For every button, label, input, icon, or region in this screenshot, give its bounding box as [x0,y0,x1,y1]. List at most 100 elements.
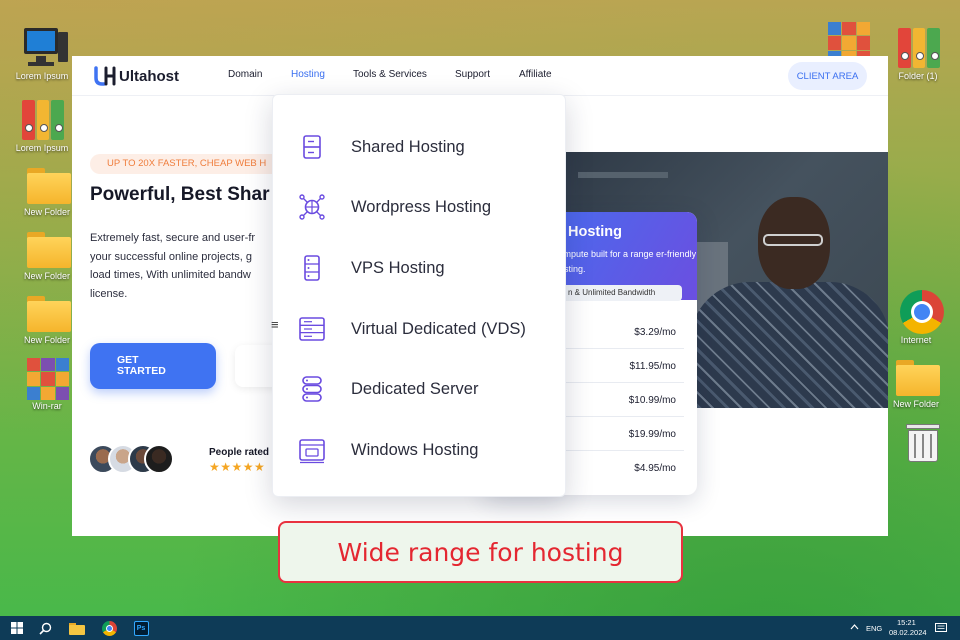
nav-domain[interactable]: Domain [228,69,262,80]
menu-item-windows-hosting[interactable]: Windows Hosting [273,424,567,474]
price: $19.99/mo [628,429,676,440]
menu-item-wordpress-hosting[interactable]: Wordpress Hosting [273,181,567,231]
menu-item-label: Virtual Dedicated (VDS) [351,320,526,338]
desktop-icon-label: Win-rar [32,401,62,411]
menu-item-shared-hosting[interactable]: Shared Hosting [273,121,567,171]
desktop-icon-new-folder[interactable]: New Folder [17,162,77,217]
menu-item-label: Wordpress Hosting [351,198,492,216]
desktop-icon-internet[interactable]: Internet [886,290,946,345]
hero-line: Extremely fast, secure and user-fr [90,232,256,244]
nav-hosting[interactable]: Hosting [291,69,325,80]
rating-stars: ★★★★★ [209,460,266,474]
ultahost-logo-icon [94,66,116,86]
top-nav: Ultahost Domain Hosting Tools & Services… [72,56,888,96]
desktop-icon-new-folder[interactable]: New Folder [17,226,77,281]
wordpress-hosting-icon [297,193,327,221]
desktop-icon-binders[interactable]: Lorem Ipsum [12,98,72,153]
menu-item-dedicated-server[interactable]: Dedicated Server [273,363,567,413]
nav-tools-services[interactable]: Tools & Services [353,69,427,80]
hero-line: license. [90,287,128,300]
recycle-bin-icon [894,420,940,464]
search-icon [38,622,51,635]
price: $4.95/mo [634,463,676,474]
menu-item-label: Windows Hosting [351,441,479,459]
hero-line: load times, With unlimited bandw [90,269,251,281]
desktop-icon-label: New Folder [23,335,70,345]
desktop-icon-label: Lorem Ipsum [15,143,69,153]
plan-subtitle: compute built for a range er-friendly ho… [554,249,697,274]
plan-title: Hosting [568,224,622,240]
nav-support[interactable]: Support [455,69,490,80]
avatar [144,444,174,474]
folder-icon [25,162,71,206]
promo-badge: UP TO 20X FASTER, CHEAP WEB H [90,154,290,174]
hero-title: Powerful, Best Shar [90,184,270,205]
chevron-up-icon[interactable] [850,624,859,630]
client-area-button[interactable]: CLIENT AREA [788,62,867,90]
language-indicator[interactable]: ENG [866,624,882,633]
caption-box: Wide range for hosting [278,521,683,583]
windows-icon [11,622,23,634]
desktop-icon-label: New Folder [23,271,70,281]
plan-feature-pill: n & Unlimited Bandwidth [554,285,682,301]
windows-hosting-icon [297,436,327,464]
price: $3.29/mo [634,327,676,338]
person-glasses [763,234,823,246]
shared-hosting-icon [297,133,327,161]
folder-icon [69,622,85,635]
people-rated-text: People rated [209,447,270,458]
file-explorer-button[interactable] [62,616,92,640]
desktop-icon-folder-1[interactable]: Folder (1) [888,26,948,81]
search-button[interactable] [30,616,60,640]
desktop-icon-new-folder[interactable]: New Folder [886,354,946,409]
desktop-icon-label: Internet [900,335,932,345]
vps-hosting-icon [297,254,327,282]
clock-time[interactable]: 15:21 [897,618,916,627]
desktop-icon-label: New Folder [23,207,70,217]
clock-date[interactable]: 08.02.2024 [889,628,927,637]
dedicated-server-icon [297,375,327,403]
get-started-button[interactable]: GET STARTED [90,343,216,389]
binders-icon [896,26,941,70]
menu-item-label: Dedicated Server [351,380,479,398]
chrome-icon [101,620,117,636]
hero-description: Extremely fast, secure and user-fr your … [90,229,290,303]
folder-icon [25,290,71,334]
hero-line: your successful online projects, g [90,250,253,263]
caption-text: Wide range for hosting [337,537,624,567]
chrome-icon [894,290,944,334]
get-started-label: GET STARTED [117,354,166,377]
desktop-icon-winrar[interactable]: Win-rar [17,356,77,411]
photo-shelf [578,172,668,178]
taskbar: Ps ENG 15:21 08.02.2024 [0,616,960,640]
logo[interactable]: Ultahost [94,65,179,87]
winrar-icon [25,356,69,400]
menu-item-virtual-dedicated[interactable]: Virtual Dedicated (VDS) [273,303,567,353]
start-button[interactable] [2,616,32,640]
nav-affiliate[interactable]: Affiliate [519,69,552,80]
desktop-icon-label: Folder (1) [898,71,938,81]
chrome-taskbar-button[interactable] [94,616,124,640]
person-shirt [690,282,888,408]
photoshop-button[interactable]: Ps [126,616,156,640]
text-fragment: ≡ [271,317,279,332]
folder-icon [894,354,940,398]
notification-icon[interactable] [935,623,947,634]
menu-item-label: VPS Hosting [351,259,445,277]
price: $10.99/mo [628,395,676,406]
logo-text: Ultahost [119,67,179,85]
desktop-icon-computer[interactable]: Lorem Ipsum [12,26,72,81]
photoshop-icon: Ps [133,620,149,636]
desktop-icon-new-folder[interactable]: New Folder [17,290,77,345]
price: $11.95/mo [629,361,676,372]
vds-icon [297,315,327,343]
desktop-icon-label: Lorem Ipsum [15,71,69,81]
menu-item-label: Shared Hosting [351,138,465,156]
computer-icon [20,26,68,70]
folder-icon [25,226,71,270]
binders-icon [20,98,65,142]
hosting-dropdown-menu: Shared Hosting Wordpress Hosting VPS Hos… [272,94,566,497]
menu-item-vps-hosting[interactable]: VPS Hosting [273,242,567,292]
desktop-icon-label: New Folder [892,399,939,409]
desktop-icon-recycle-bin[interactable] [886,420,946,464]
